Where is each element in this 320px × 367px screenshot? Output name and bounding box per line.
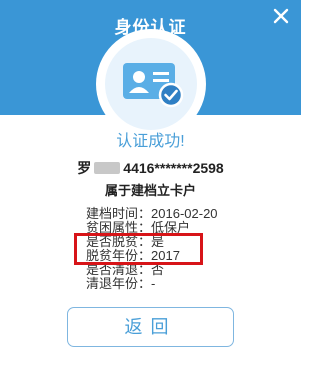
detail-label: 建档时间 bbox=[86, 206, 139, 221]
back-button[interactable]: 返回 bbox=[67, 307, 234, 347]
household-category: 属于建档立卡户 bbox=[104, 183, 196, 198]
detail-row: 清退年份：- bbox=[86, 276, 156, 291]
detail-value: - bbox=[151, 276, 156, 291]
identity-line: 罗 4416*******2598 bbox=[0, 158, 301, 178]
detail-row: 建档时间：2016-02-20 bbox=[86, 206, 218, 221]
name-surname: 罗 bbox=[77, 160, 92, 176]
name-mask bbox=[94, 162, 121, 174]
success-message: 认证成功! bbox=[116, 133, 185, 150]
detail-row: 是否清退：否 bbox=[86, 262, 165, 277]
detail-label: 清退年份 bbox=[86, 276, 139, 291]
auth-dialog: 身份认证 认证成功! 罗 4416*******2598 属于建档立卡户 建档时间… bbox=[0, 0, 301, 367]
close-icon[interactable] bbox=[271, 6, 291, 26]
id-number: 4416*******2598 bbox=[123, 160, 224, 176]
highlight-box bbox=[74, 233, 203, 265]
id-card-check-icon bbox=[123, 63, 184, 108]
detail-value: 2016-02-20 bbox=[151, 206, 218, 221]
